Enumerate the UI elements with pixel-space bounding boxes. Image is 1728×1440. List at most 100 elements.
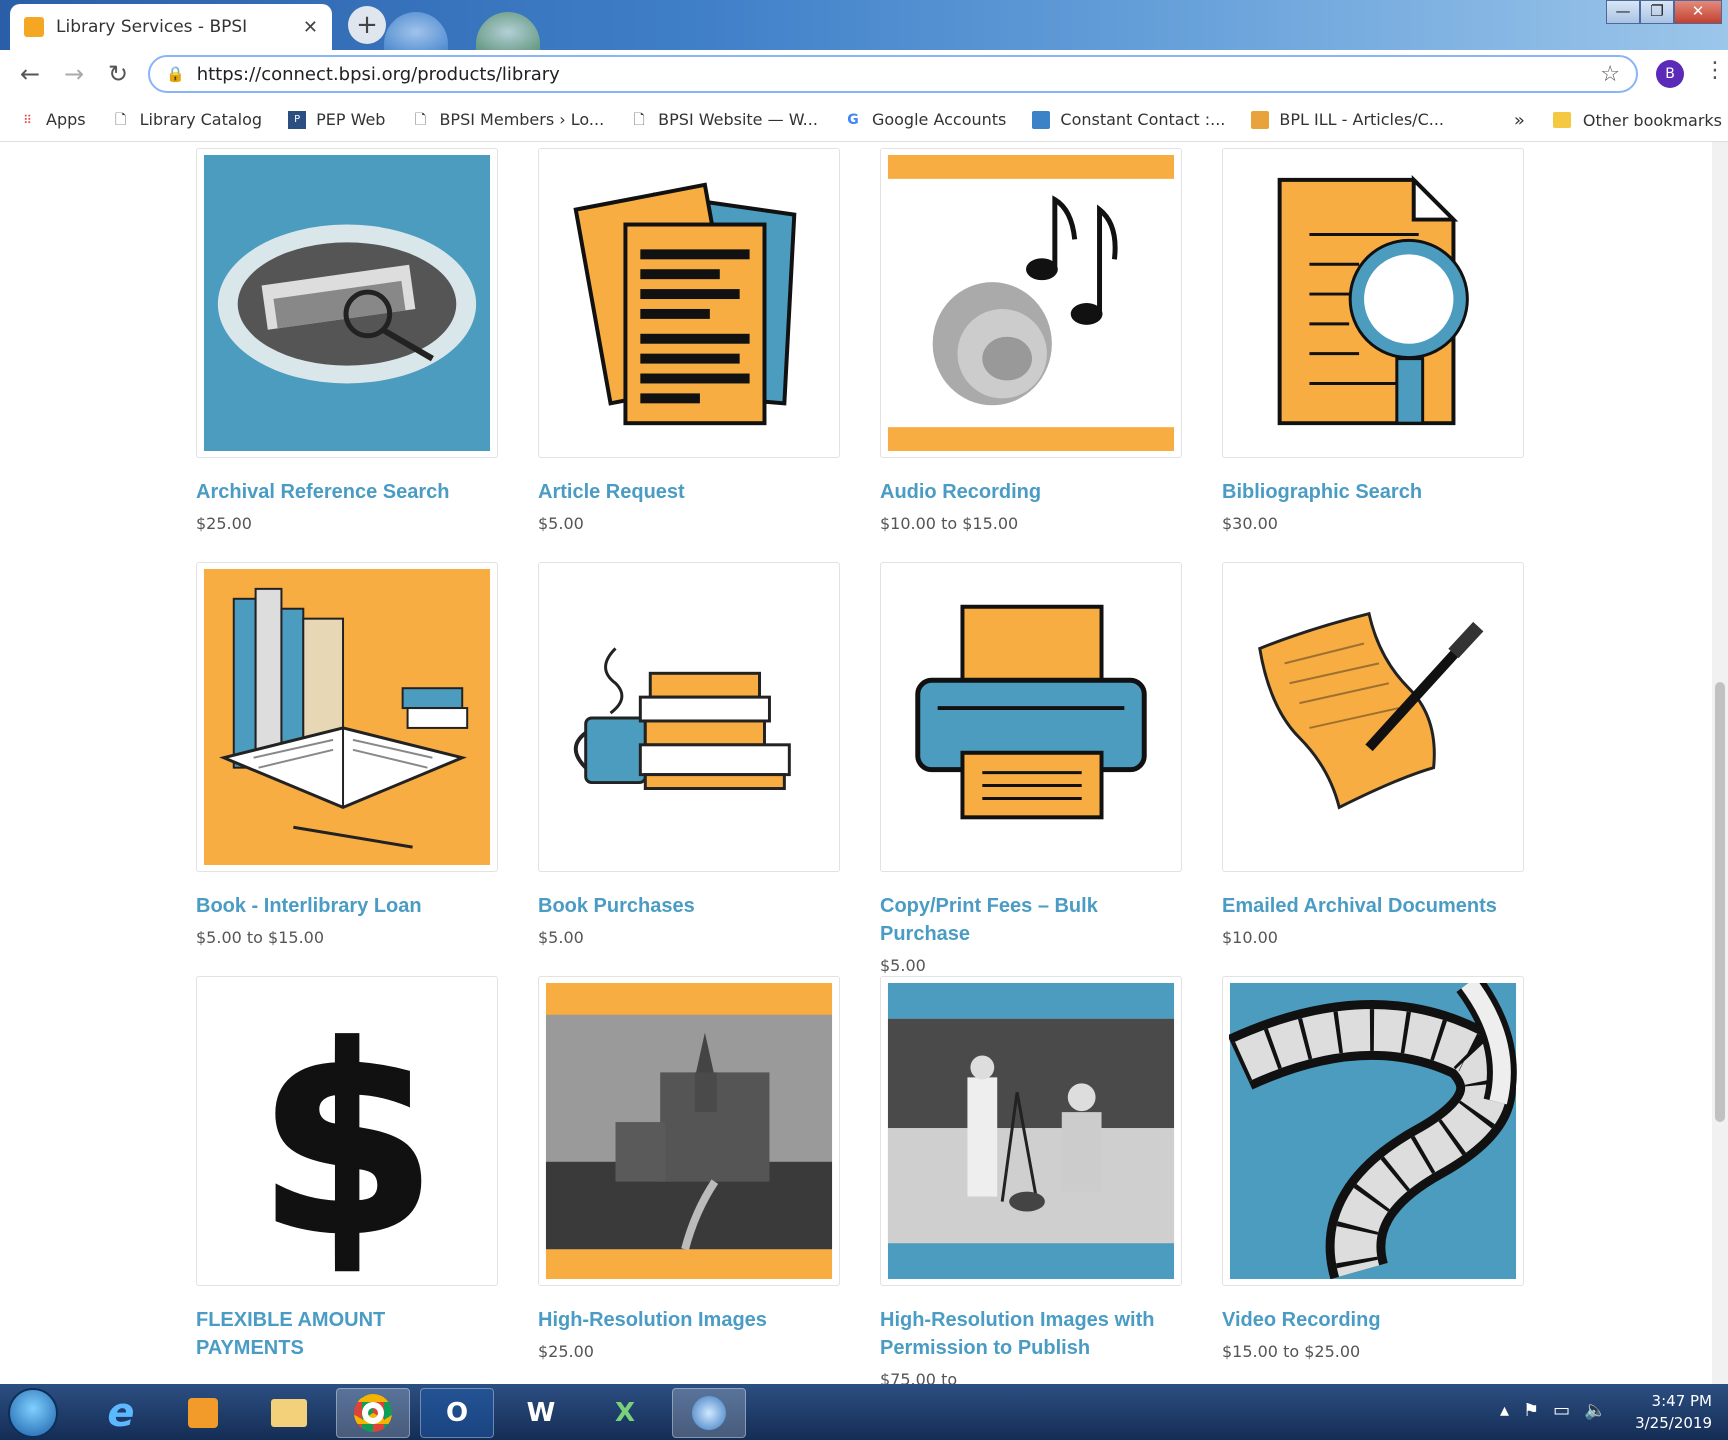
product-image[interactable] (880, 976, 1182, 1286)
internet-explorer-icon[interactable]: e (84, 1388, 158, 1438)
library-favicon-icon (24, 17, 44, 37)
product-image[interactable] (196, 148, 498, 458)
chrome-icon[interactable] (336, 1388, 410, 1438)
pep-web-icon: P (288, 110, 307, 129)
other-bookmarks-button[interactable]: Other bookmarks (1583, 111, 1722, 130)
back-button[interactable]: ← (8, 60, 52, 88)
coffee-books-icon (545, 569, 833, 865)
restore-button[interactable]: ❐ (1640, 0, 1674, 24)
profile-avatar[interactable]: B (1656, 60, 1684, 88)
desktop-orb-icon (476, 12, 540, 52)
product-image[interactable] (880, 562, 1182, 872)
word-icon[interactable]: W (504, 1388, 578, 1438)
browser-toolbar: ← → ↻ 🔒 https://connect.bpsi.org/product… (0, 50, 1728, 98)
system-tray-icons[interactable]: ▴⚑▭🔈 (1500, 1400, 1621, 1421)
product-image[interactable] (538, 976, 840, 1286)
product-name[interactable]: Book - Interlibrary Loan (196, 892, 498, 920)
product-name[interactable]: Article Request (538, 478, 840, 506)
product-image[interactable] (538, 148, 840, 458)
product-card-video-recording[interactable]: Video Recording $15.00 to $25.00 (1222, 974, 1524, 1361)
bookmarks-overflow-button[interactable]: » (1514, 110, 1525, 131)
url-text[interactable]: https://connect.bpsi.org/products/librar… (197, 64, 1601, 85)
excel-icon[interactable]: X (588, 1388, 662, 1438)
address-bar[interactable]: 🔒 https://connect.bpsi.org/products/libr… (148, 55, 1638, 93)
network-app-icon[interactable] (672, 1388, 746, 1438)
product-card-high-res-permission[interactable]: High-Resolution Images with Permission t… (880, 976, 1182, 1384)
bookmark-bpsi-members[interactable]: 🗋 BPSI Members › Lo... (411, 110, 604, 129)
bookmark-constant-contact[interactable]: Constant Contact :... (1032, 110, 1225, 129)
system-clock[interactable]: 3:47 PM 3/25/2019 (1635, 1390, 1712, 1434)
product-card-flexible-payments[interactable]: $ FLEXIBLE AMOUNT PAYMENTS (196, 976, 498, 1370)
reload-button[interactable]: ↻ (96, 60, 140, 88)
folder-icon (1552, 112, 1571, 128)
product-price: $25.00 (196, 514, 252, 533)
product-name[interactable]: Book Purchases (538, 892, 840, 920)
product-card-book-purchases[interactable]: Book Purchases $5.00 (538, 562, 840, 947)
product-name[interactable]: Bibliographic Search (1222, 478, 1524, 506)
bookmark-bpl-ill[interactable]: BPL ILL - Articles/C... (1251, 110, 1444, 129)
product-card-copy-print[interactable]: Copy/Print Fees – Bulk Purchase $5.00 (880, 562, 1182, 975)
document-magnifier-icon (1229, 155, 1517, 451)
product-card-bibliographic-search[interactable]: Bibliographic Search $30.00 (1222, 148, 1524, 533)
product-name[interactable]: FLEXIBLE AMOUNT PAYMENTS (196, 1306, 498, 1362)
product-image[interactable] (880, 148, 1182, 458)
product-card-emailed-documents[interactable]: Emailed Archival Documents $10.00 (1222, 562, 1524, 947)
product-price: $10.00 (1222, 928, 1278, 947)
browser-menu-icon[interactable]: ⋮ (1704, 58, 1726, 83)
product-name[interactable]: Copy/Print Fees – Bulk Purchase (880, 892, 1182, 948)
media-player-icon[interactable] (166, 1388, 240, 1438)
product-image[interactable] (1222, 148, 1524, 458)
tab-close-icon[interactable]: ✕ (303, 17, 318, 38)
browser-tab-strip: Library Services - BPSI ✕ + — ❐ ✕ (0, 0, 1728, 52)
close-window-button[interactable]: ✕ (1674, 0, 1722, 24)
archival-books-magnifier-icon (203, 155, 491, 451)
minimize-button[interactable]: — (1606, 0, 1640, 24)
bookmark-google-accounts[interactable]: G Google Accounts (844, 110, 1006, 129)
product-name[interactable]: Archival Reference Search (196, 478, 498, 506)
bookmarks-bar: ⠿ Apps 🗋 Library Catalog P PEP Web 🗋 BPS… (0, 98, 1728, 142)
product-price: $15.00 to $25.00 (1222, 1342, 1361, 1361)
file-explorer-icon[interactable] (252, 1388, 326, 1438)
dollar-sign-icon: $ (203, 983, 491, 1294)
window-controls: — ❐ ✕ (1606, 0, 1722, 24)
product-card-interlibrary-loan[interactable]: Book - Interlibrary Loan $5.00 to $15.00 (196, 562, 498, 947)
product-name[interactable]: High-Resolution Images with Permission t… (880, 1306, 1182, 1362)
product-card-archival-reference[interactable]: Archival Reference Search $25.00 (196, 148, 498, 533)
product-price: $5.00 (880, 956, 926, 975)
bookmark-bpsi-website[interactable]: 🗋 BPSI Website — W... (630, 110, 818, 129)
product-card-audio-recording[interactable]: Audio Recording $10.00 to $15.00 (880, 148, 1182, 533)
clock-time: 3:47 PM (1651, 1392, 1712, 1410)
product-name[interactable]: Audio Recording (880, 478, 1182, 506)
product-name[interactable]: Video Recording (1222, 1306, 1524, 1334)
film-strip-icon (1227, 974, 1517, 1280)
page-scrollbar[interactable] (1712, 142, 1728, 1384)
product-image[interactable] (196, 562, 498, 872)
clock-date: 3/25/2019 (1635, 1414, 1712, 1432)
historic-photo-icon (887, 983, 1175, 1279)
tab-library-services[interactable]: Library Services - BPSI ✕ (10, 4, 332, 50)
printer-icon (887, 569, 1175, 865)
product-card-high-res-images[interactable]: High-Resolution Images $25.00 (538, 976, 840, 1361)
page-content: Archival Reference Search $25.00 Article… (0, 142, 1712, 1384)
product-image[interactable]: $ (196, 976, 498, 1294)
product-card-article-request[interactable]: Article Request $5.00 (538, 148, 840, 533)
bookmark-apps[interactable]: ⠿ Apps (18, 110, 86, 129)
outlook-icon[interactable]: O (420, 1388, 494, 1438)
page-icon: 🗋 (633, 111, 645, 128)
start-button[interactable] (8, 1388, 58, 1438)
bookmark-star-icon[interactable]: ☆ (1600, 62, 1620, 87)
lock-icon: 🔒 (166, 65, 185, 83)
product-name[interactable]: Emailed Archival Documents (1222, 892, 1524, 920)
product-image[interactable] (1222, 974, 1524, 1286)
product-name[interactable]: High-Resolution Images (538, 1306, 840, 1334)
bookmark-pep-web[interactable]: P PEP Web (288, 110, 385, 129)
forward-button[interactable]: → (52, 60, 96, 88)
new-tab-button[interactable]: + (348, 6, 386, 44)
bpl-icon (1251, 110, 1270, 129)
reload-icon: ↻ (107, 60, 129, 88)
scrollbar-thumb[interactable] (1715, 682, 1725, 1122)
product-image[interactable] (538, 562, 840, 872)
bookmark-library-catalog[interactable]: 🗋 Library Catalog (112, 110, 262, 129)
windows-taskbar: e O W X ▴⚑▭🔈 3:47 PM 3/25/2019 (0, 1384, 1728, 1440)
product-image[interactable] (1222, 562, 1524, 872)
